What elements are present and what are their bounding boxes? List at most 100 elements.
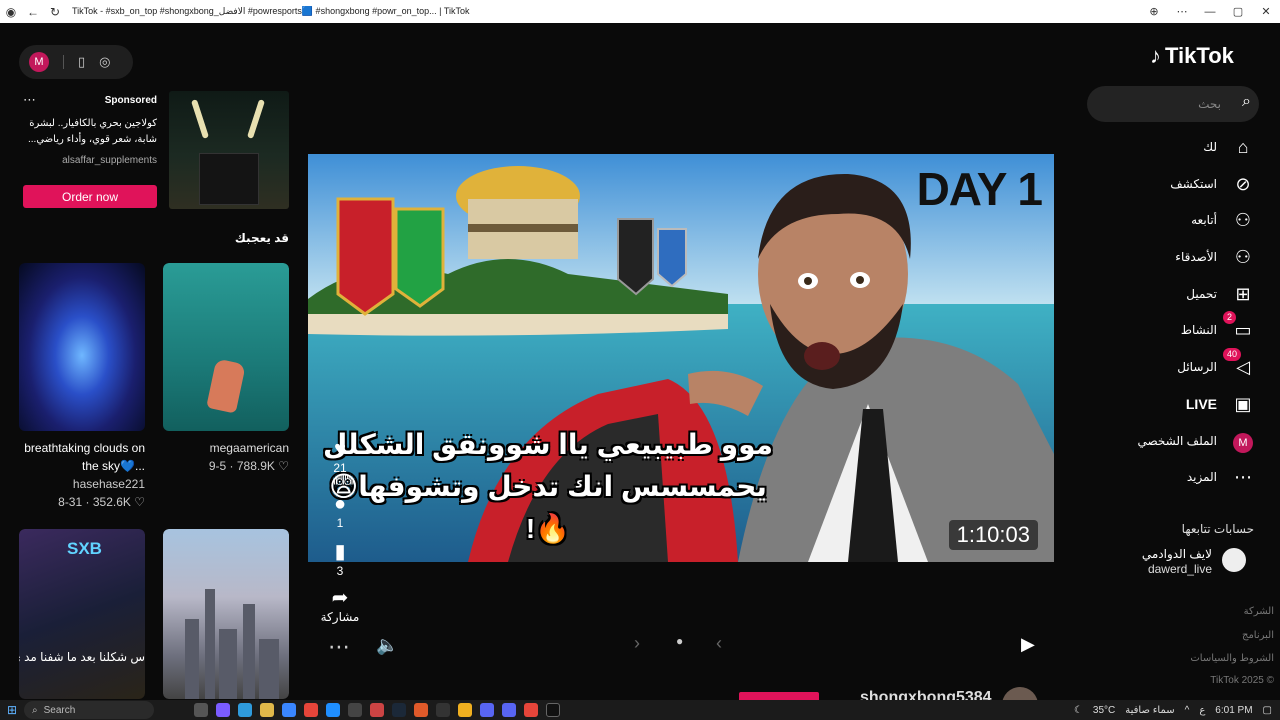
windows-start-icon[interactable]: ⊞ [0,703,24,717]
nav-item-friends[interactable]: الأصدقاء ⚇ [1100,243,1255,271]
heart-icon: ♥ [334,438,346,460]
app-icon[interactable] [326,703,340,717]
footer-company-link[interactable]: الشركة [1160,606,1274,617]
store-icon[interactable] [282,703,296,717]
nav-item-more[interactable]: المزيد ⋯ [1100,463,1255,491]
chevron-left-icon[interactable]: ‹ [716,633,722,654]
app-icon[interactable] [436,703,450,717]
footer-program-link[interactable]: البرنامج [1160,630,1274,641]
bookmark-icon: ▮ [334,541,346,563]
taskbar-search[interactable]: ⌕ Search [24,701,154,719]
nav-label: أتابعه [1191,213,1217,227]
notification-icon[interactable]: ▢ [1263,705,1272,716]
creator-avatar[interactable] [1002,687,1038,700]
chrome-icon[interactable] [304,703,318,717]
nav-label: المزيد [1186,470,1217,484]
card-overlay-text: س شكلنا بعد ما شفنا مد ي وشونق حاول يرقع… [19,650,145,664]
ad-brand[interactable]: alsaffar_supplements [19,155,157,166]
like-button[interactable]: ♥ 21 [322,438,358,475]
restore-icon[interactable]: ▢ [1224,0,1252,23]
player-controls: ⋯ 🔈 › ● ‹ ▶ [326,632,1046,660]
account-avatar[interactable]: M [29,52,49,72]
discord-icon[interactable] [480,703,494,717]
nav-label: النشاط [1180,323,1217,337]
refresh-icon[interactable]: ↻ [44,0,66,23]
share-button[interactable]: ➦ مشاركة [318,585,362,624]
task-view-icon[interactable] [194,703,208,717]
nav-item-messages[interactable]: الرسائل ◁ 40 [1100,347,1255,381]
follow-button[interactable] [739,692,819,700]
card-thumbnail[interactable] [163,529,289,699]
ad-thumbnail[interactable] [169,91,289,209]
app-icon[interactable] [348,703,362,717]
language-indicator[interactable]: ع [1199,705,1205,716]
next-video-profile-bar: shongxbong5384 [308,685,1054,700]
home-icon: ⌂ [1237,136,1249,157]
play-icon[interactable]: ▶ [1021,634,1035,655]
zoom-icon[interactable]: ⊕ [1140,0,1168,23]
search-box[interactable]: ⌕ [1087,86,1259,122]
temperature: 35°C [1092,704,1116,716]
volume-icon[interactable]: 🔈 [376,635,398,656]
card-thumbnail[interactable] [19,263,145,431]
order-now-button[interactable]: Order now [23,185,157,208]
card-caption: megaamerican [209,441,289,455]
video-player[interactable]: DAY 1 موو طبيبيعي ياا شوونقق الشكلل يحمس… [308,154,1054,562]
app-icon[interactable] [458,703,472,717]
nav-item-for-you[interactable]: لك ⌂ [1100,133,1255,161]
chrome-icon[interactable] [524,703,538,717]
suggested-card[interactable]: breathtaking clouds on the sky💙... haseh… [19,263,145,511]
card-stats: 9-5 · 788.9K ♡ [208,459,289,473]
back-icon[interactable]: ← [22,0,44,23]
search-icon: ⌕ [32,704,38,716]
card-caption: breathtaking clouds on the sky💙... [24,441,145,473]
app-icon[interactable] [414,703,428,717]
copilot-icon[interactable] [216,703,230,717]
heart-icon: ♡ [134,495,145,509]
hand-shape [206,358,246,414]
card-thumbnail[interactable]: SXB س شكلنا بعد ما شفنا مد ي وشونق حاول … [19,529,145,699]
steam-icon[interactable] [392,703,406,717]
more-icon[interactable]: ⋯ [1168,0,1196,23]
file-explorer-icon[interactable] [260,703,274,717]
profile-avatar: M [1233,432,1253,453]
compass-icon: ⊘ [1235,173,1251,194]
discord-icon[interactable] [502,703,516,717]
card-thumbnail[interactable] [163,263,289,431]
suggested-card[interactable]: megaamerican 9-5 · 788.9K ♡ [163,263,289,475]
nav-item-profile[interactable]: الملف الشخصي M [1100,427,1255,455]
more-icon: ⋯ [1234,466,1252,487]
search-icon[interactable]: ⌕ [1242,93,1251,111]
sxb-logo: SXB [67,539,102,558]
app-icon[interactable] [370,703,384,717]
building-shape [259,639,279,699]
footer-terms-link[interactable]: الشروط والسياسات [1160,653,1274,664]
tiktok-logo[interactable]: ♪ TikTok [1150,43,1234,69]
nav-item-upload[interactable]: تحميل ⊞ [1100,280,1255,308]
suggested-card[interactable]: SXB س شكلنا بعد ما شفنا مد ي وشونق حاول … [19,529,145,699]
search-input[interactable] [1101,86,1221,122]
video-duration: 1:10:03 [948,520,1038,550]
edge-icon[interactable] [238,703,252,717]
phone-icon[interactable]: ▯ [78,54,85,70]
suggested-card[interactable] [163,529,289,699]
nav-item-following[interactable]: أتابعه ⚇ [1100,206,1255,234]
close-icon[interactable]: ✕ [1252,0,1280,23]
chevron-right-icon[interactable]: › [634,633,640,654]
building-shape [219,629,237,699]
nav-item-live[interactable]: LIVE ▣ [1100,390,1255,418]
followed-account[interactable]: لايف الدوادمي dawerd_live [1110,545,1256,577]
more-options-icon[interactable]: ⋯ [328,634,350,660]
tiktok-note-icon[interactable]: ◎ [99,54,110,70]
clock[interactable]: 6:01 PM [1215,705,1252,716]
nav-label: تحميل [1186,287,1217,301]
comment-button[interactable]: ● 1 [322,493,358,530]
creator-username[interactable]: shongxbong5384 [860,689,992,700]
tray-expand-icon[interactable]: ^ [1185,705,1190,716]
tiktok-app-icon[interactable] [546,703,560,717]
tiktok-app-icon: ◉ [5,4,17,19]
save-button[interactable]: ▮ 3 [322,539,358,578]
nav-item-explore[interactable]: استكشف ⊘ [1100,170,1255,198]
nav-item-activity[interactable]: النشاط ▭ 2 [1100,310,1255,344]
minimize-icon[interactable]: — [1196,0,1224,23]
